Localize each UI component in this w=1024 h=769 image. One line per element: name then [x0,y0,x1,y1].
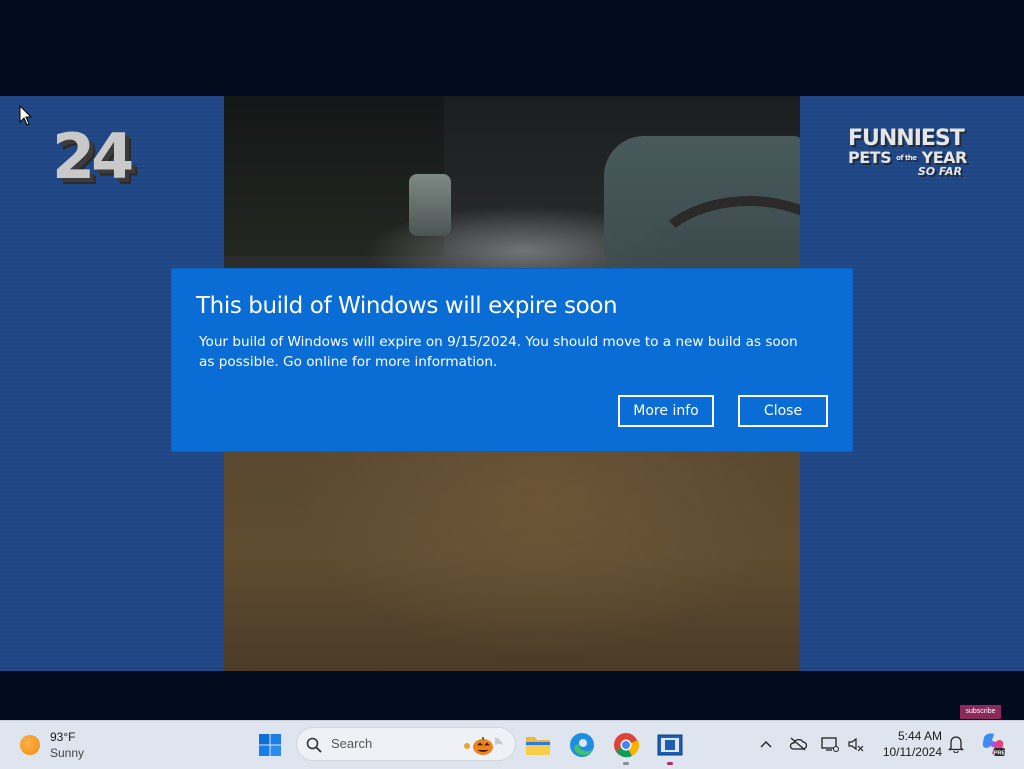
svg-text:PRE: PRE [994,751,1006,757]
search-icon [306,737,322,753]
clock-time: 5:44 AM [897,729,942,743]
mouse-pointer-icon [19,105,33,126]
notification-bell-icon[interactable] [946,734,966,754]
video-counter: 24 [52,120,134,193]
more-info-button[interactable]: More info [618,395,714,427]
build-expiry-dialog: This build of Windows will expire soon Y… [172,269,852,451]
network-icon[interactable] [820,734,840,754]
weather-widget[interactable]: 93°F Sunny [18,729,108,763]
taskbar: 93°F Sunny Search 5:44 AM 10/11/2024 PRE [0,720,1024,769]
volume-muted-icon[interactable] [846,734,866,754]
taskbar-search[interactable]: Search [296,727,516,761]
app-window-icon[interactable] [654,729,686,765]
edge-icon[interactable] [566,729,598,761]
onedrive-offline-icon[interactable] [788,734,808,754]
clock-date: 10/11/2024 [882,745,942,759]
weather-condition: Sunny [50,746,85,760]
video-logo: FUNNIEST PETS of the YEAR SO FAR [848,126,967,178]
dialog-message: Your build of Windows will expire on 9/1… [199,334,798,370]
sun-icon [20,735,40,755]
system-clock[interactable]: 5:44 AM 10/11/2024 [872,728,942,760]
chrome-icon[interactable] [610,729,642,765]
chevron-up-icon[interactable] [756,734,776,754]
file-explorer-icon[interactable] [522,729,554,761]
pumpkin-icon [464,737,503,755]
copilot-icon[interactable]: PRE [980,731,1006,757]
subscribe-badge: subscribe [960,705,1001,719]
dialog-title: This build of Windows will expire soon [196,293,618,319]
search-placeholder: Search [331,736,373,751]
windows-start-icon[interactable] [254,729,286,761]
close-button[interactable]: Close [738,395,828,427]
weather-temperature: 93°F [50,730,76,744]
